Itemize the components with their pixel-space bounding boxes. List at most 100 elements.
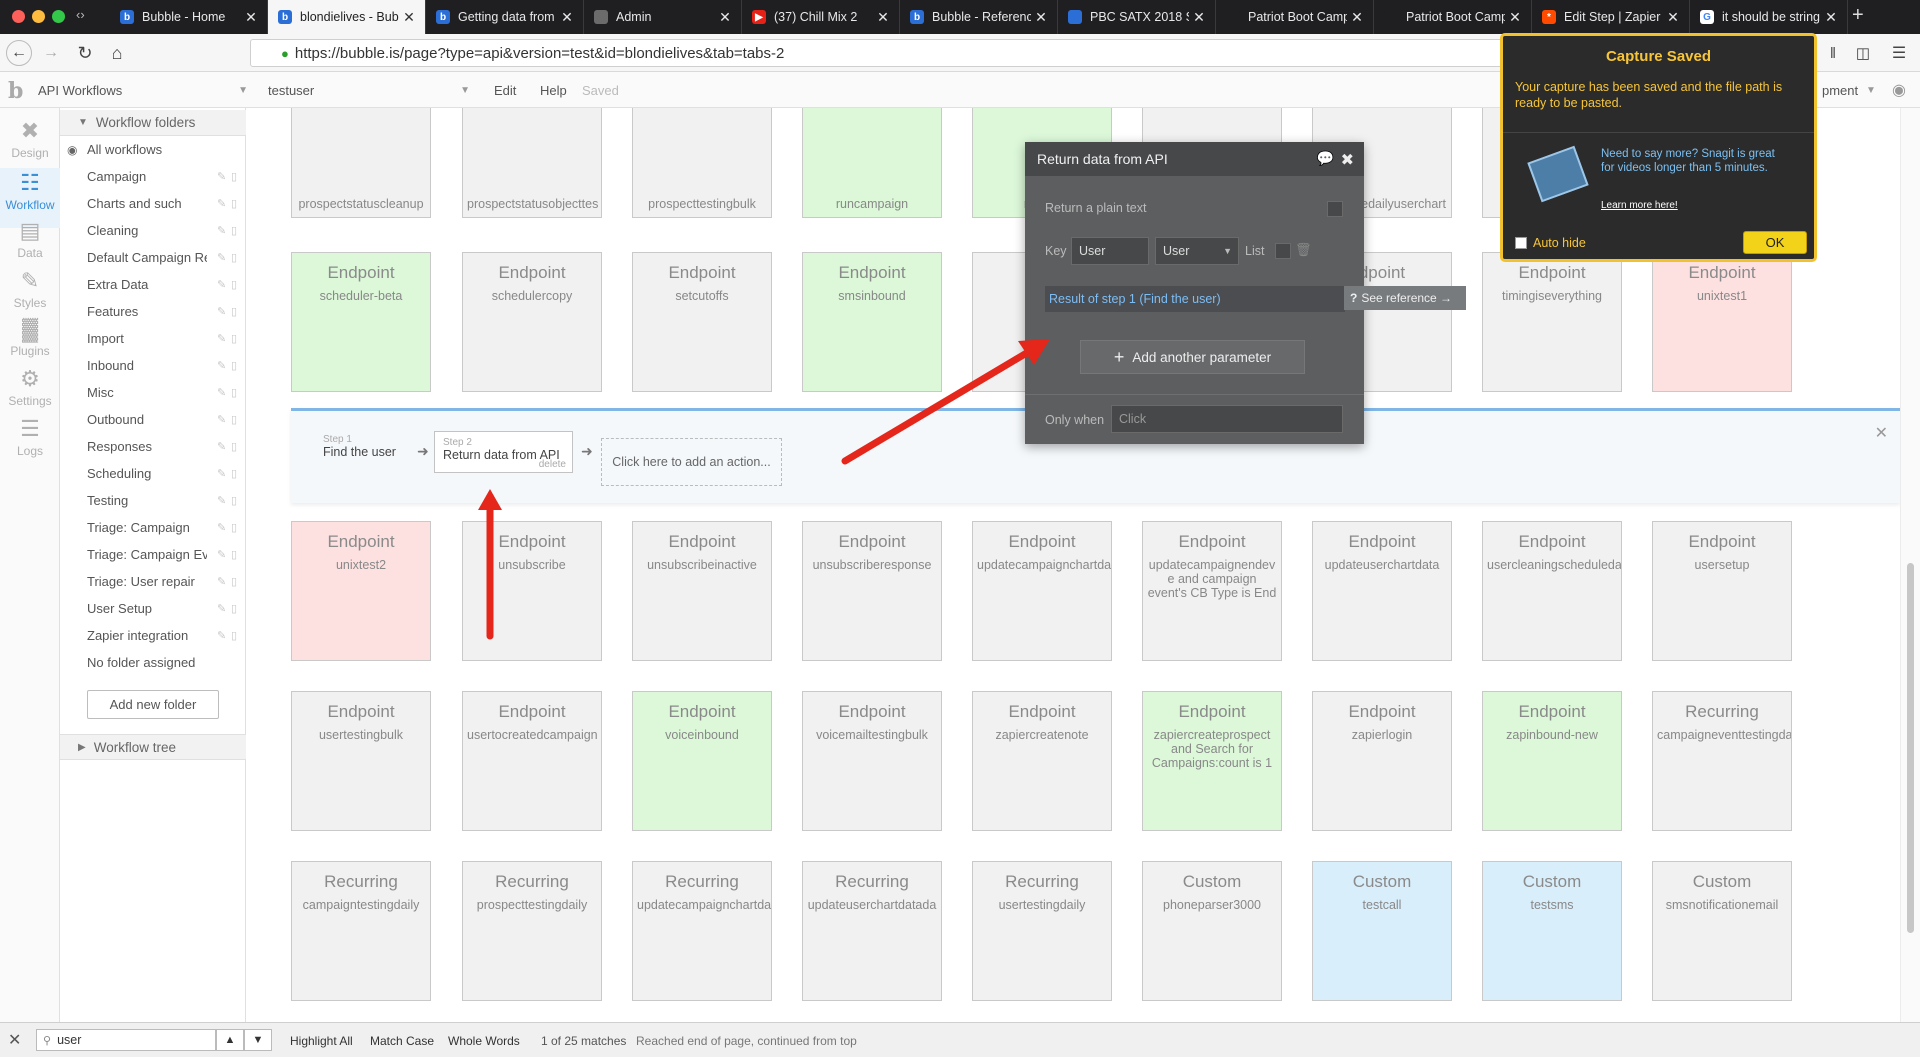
workflow-card[interactable]: Endpoint zapierlogin [1312, 691, 1452, 831]
find-previous-button[interactable]: ▲ [216, 1029, 244, 1051]
close-tab-icon[interactable]: ✕ [715, 9, 735, 26]
browser-tab[interactable]: Admin ✕ [584, 0, 742, 34]
workflow-card[interactable]: Custom phoneparser3000 [1142, 861, 1282, 1001]
ok-button[interactable]: OK [1743, 231, 1807, 254]
workflow-card[interactable]: Endpoint schedulercopy [462, 252, 602, 392]
workflow-card[interactable]: Endpoint timingiseverything [1482, 252, 1622, 392]
close-tab-icon[interactable]: ✕ [1031, 9, 1051, 26]
folder-item[interactable]: User Setup ✎ ▯ [60, 595, 246, 622]
browser-tab[interactable]: PBC SATX 2018 S ✕ [1058, 0, 1216, 34]
trash-icon[interactable]: ▯ [231, 467, 237, 480]
add-action-button[interactable]: Click here to add an action... [601, 438, 782, 486]
workflow-card[interactable]: Custom testsms [1482, 861, 1622, 1001]
eye-icon[interactable]: ◉ [67, 143, 77, 157]
workflow-card[interactable]: runcampaign [802, 108, 942, 218]
trash-icon[interactable]: ▯ [231, 224, 237, 237]
trash-icon[interactable]: ▯ [231, 359, 237, 372]
workflow-card[interactable]: prospecttestingbulk [632, 108, 772, 218]
trash-icon[interactable]: ▯ [231, 575, 237, 588]
close-tab-icon[interactable]: ✕ [1189, 9, 1209, 26]
folder-item[interactable]: Scheduling ✎ ▯ [60, 460, 246, 487]
close-tab-icon[interactable]: ✕ [1821, 9, 1841, 26]
delete-step-link[interactable]: delete [539, 459, 566, 470]
step-2[interactable]: Step 2 Return data from API delete [434, 431, 573, 473]
pencil-icon[interactable]: ✎ [217, 602, 226, 615]
pencil-icon[interactable]: ✎ [217, 278, 226, 291]
pencil-icon[interactable]: ✎ [217, 494, 226, 507]
account-icon[interactable]: ◉ [1892, 79, 1906, 101]
workflow-card[interactable]: Recurring prospecttestingdaily [462, 861, 602, 1001]
close-tab-icon[interactable]: ✕ [1347, 9, 1367, 26]
workflow-card[interactable]: Endpoint usertestingbulk [291, 691, 431, 831]
help-menu[interactable]: Help [540, 79, 567, 101]
browser-tab[interactable]: ▶ (37) Chill Mix 2 ✕ [742, 0, 900, 34]
workflow-card[interactable]: Endpoint zapinbound-new [1482, 691, 1622, 831]
workflow-tree-header[interactable]: ▶ Workflow tree [60, 734, 246, 760]
folder-item[interactable]: Charts and such ✎ ▯ [60, 190, 246, 217]
trash-icon[interactable]: 🗑 [1295, 242, 1312, 258]
step-1[interactable]: Step 1 Find the user [323, 434, 396, 459]
trash-icon[interactable]: ▯ [231, 629, 237, 642]
add-parameter-button[interactable]: + Add another parameter [1080, 340, 1305, 374]
workflow-card[interactable]: Custom smsnotificationemail [1652, 861, 1792, 1001]
workflow-card[interactable]: Endpoint updatecampaignendeve and campaig… [1142, 521, 1282, 661]
back-icon[interactable]: ← [6, 40, 32, 66]
workflow-folders-header[interactable]: ▼ Workflow folders [60, 110, 246, 136]
add-folder-button[interactable]: Add new folder [87, 690, 219, 719]
close-icon[interactable]: ✕ [1875, 423, 1888, 443]
trash-icon[interactable]: ▯ [231, 332, 237, 345]
close-tab-icon[interactable]: ✕ [873, 9, 893, 26]
vertical-scrollbar[interactable] [1900, 108, 1920, 1022]
highlight-all-toggle[interactable]: Highlight All [290, 1034, 353, 1048]
trash-icon[interactable]: ▯ [231, 386, 237, 399]
folder-item[interactable]: Outbound ✎ ▯ [60, 406, 246, 433]
folder-item[interactable]: Inbound ✎ ▯ [60, 352, 246, 379]
close-tab-icon[interactable]: ✕ [399, 9, 419, 26]
pencil-icon[interactable]: ✎ [217, 386, 226, 399]
workflow-card[interactable]: Endpoint updatecampaignchartda [972, 521, 1112, 661]
workflow-card[interactable]: Endpoint usertocreatedcampaign [462, 691, 602, 831]
find-next-button[interactable]: ▼ [244, 1029, 272, 1051]
result-expression[interactable]: Result of step 1 (Find the user) [1045, 286, 1345, 312]
new-tab-button[interactable]: + [1852, 4, 1864, 27]
browser-tab[interactable]: Patriot Boot Camp ✕ [1216, 0, 1374, 34]
browser-tab[interactable]: b Bubble - Home ✕ [110, 0, 268, 34]
library-icon[interactable]: ‖ [1820, 40, 1846, 66]
workflow-card[interactable]: Recurring campaigneventtestingda [1652, 691, 1792, 831]
trash-icon[interactable]: ▯ [231, 413, 237, 426]
chevron-down-icon[interactable]: ▼ [1866, 79, 1876, 101]
rail-tab-design[interactable]: ✖ Design [0, 116, 60, 176]
workflow-card[interactable]: Endpoint unsubscribeinactive [632, 521, 772, 661]
trash-icon[interactable]: ▯ [231, 440, 237, 453]
list-checkbox[interactable] [1275, 243, 1291, 259]
close-tab-icon[interactable]: ✕ [1663, 9, 1683, 26]
close-tab-icon[interactable]: ✕ [241, 9, 261, 26]
only-when-input[interactable]: Click [1111, 405, 1343, 433]
pencil-icon[interactable]: ✎ [217, 170, 226, 183]
pencil-icon[interactable]: ✎ [217, 548, 226, 561]
close-tab-icon[interactable]: ✕ [1505, 9, 1525, 26]
page-select[interactable]: API Workflows ▼ [38, 79, 250, 101]
workflow-card[interactable]: Recurring updatecampaignchartda [632, 861, 772, 1001]
workflow-card[interactable]: Endpoint smsinbound [802, 252, 942, 392]
workflow-card[interactable]: Endpoint unsubscriberesponse [802, 521, 942, 661]
workflow-card[interactable]: Endpoint voicemailtestingbulk [802, 691, 942, 831]
sidebar-icon[interactable]: ◫ [1850, 40, 1876, 66]
workflow-card[interactable]: Endpoint unixtest1 [1652, 252, 1792, 392]
workflow-card[interactable]: prospectstatuscleanup [291, 108, 431, 218]
workflow-card[interactable]: Recurring usertestingdaily [972, 861, 1112, 1001]
pencil-icon[interactable]: ✎ [217, 440, 226, 453]
close-window-button[interactable] [12, 10, 25, 23]
workflow-card[interactable]: Recurring campaigntestingdaily [291, 861, 431, 1001]
folder-item[interactable]: Extra Data ✎ ▯ [60, 271, 246, 298]
auto-hide-option[interactable]: Auto hide [1515, 236, 1586, 250]
pencil-icon[interactable]: ✎ [217, 359, 226, 372]
workflow-card[interactable]: Endpoint setcutoffs [632, 252, 772, 392]
workflow-card[interactable]: Endpoint zapiercreateprospect and Search … [1142, 691, 1282, 831]
whole-words-toggle[interactable]: Whole Words [448, 1034, 520, 1048]
folder-item[interactable]: Triage: Campaign ✎ ▯ [60, 514, 246, 541]
rail-tab-logs[interactable]: ☰ Logs [0, 414, 60, 474]
pencil-icon[interactable]: ✎ [217, 197, 226, 210]
pencil-icon[interactable]: ✎ [217, 251, 226, 264]
folder-item[interactable]: Triage: Campaign Event ✎ ▯ [60, 541, 246, 568]
